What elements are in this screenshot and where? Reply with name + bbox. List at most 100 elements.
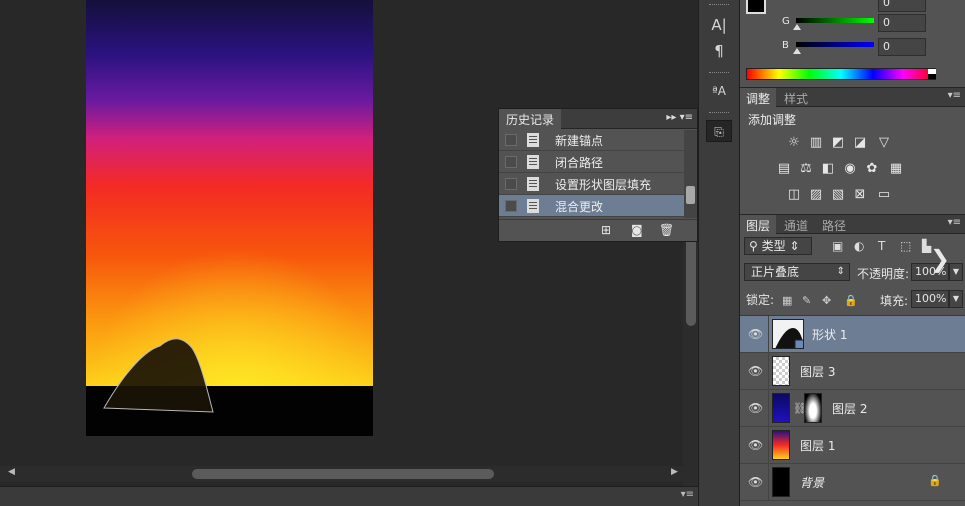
layer-name: 背景 [800, 476, 825, 490]
layers-list: 👁 形状 1 👁 图层 3 👁 ⛓ 图层 2 👁 图层 1 👁 背景 🔒 [740, 315, 965, 506]
fill-input[interactable]: 100% [911, 290, 949, 308]
tab-paths[interactable]: 路径 [816, 215, 852, 234]
layer-filter-select[interactable]: ⚲ 类型 ⇕ [744, 237, 812, 255]
threshold-icon[interactable]: ▧ [830, 188, 846, 202]
lock-label: 锁定: [746, 293, 775, 307]
levels-icon[interactable]: ▥ [808, 136, 824, 150]
history-state-icon [527, 199, 539, 213]
dock-grip[interactable] [709, 72, 729, 75]
paragraph-icon[interactable]: ¶ [706, 40, 732, 62]
visibility-eye-icon[interactable]: 👁 [748, 327, 763, 341]
lock-pixels-icon[interactable]: ✎ [802, 294, 811, 307]
blend-mode-select[interactable]: 正片叠底 ⇕ [744, 263, 850, 281]
visibility-eye-icon[interactable]: 👁 [748, 475, 763, 489]
history-item-label: 新建锚点 [555, 134, 604, 148]
lock-position-icon[interactable]: ✥ [822, 294, 831, 307]
hue-saturation-icon[interactable]: ▤ [776, 162, 792, 176]
brightness-icon[interactable]: ☼ [786, 136, 802, 150]
history-item[interactable]: 闭合路径 [499, 151, 697, 173]
type-filter-icon[interactable]: T [878, 239, 885, 253]
panel-menu-icon[interactable]: ▾≡ [948, 217, 961, 228]
tab-styles[interactable]: 样式 [778, 88, 814, 107]
horizontal-scroll-thumb[interactable] [192, 469, 494, 479]
document-canvas[interactable] [86, 0, 373, 436]
green-value[interactable]: 0 [878, 14, 926, 32]
channel-mixer-icon[interactable]: ✿ [864, 162, 880, 176]
black-white-icon[interactable]: ◧ [820, 162, 836, 176]
fill-dropdown-icon[interactable]: ▼ [949, 290, 963, 308]
lock-transparency-icon[interactable]: ▦ [782, 294, 792, 307]
black-white-swatch[interactable] [928, 69, 936, 79]
curves-icon[interactable]: ◩ [830, 136, 846, 150]
canvas-horizontal-scrollbar[interactable]: ◀ ▶ [0, 466, 698, 482]
layer-row-layer-3[interactable]: 👁 图层 3 [740, 353, 965, 390]
color-spectrum[interactable] [746, 68, 936, 80]
green-slider[interactable] [796, 18, 874, 23]
adjustment-filter-icon[interactable]: ◐ [854, 239, 864, 253]
adjustments-panel[interactable]: 调整 样式 ▾≡ 添加调整 ☼ ▥ ◩ ◪ ▽ ▤ ⚖ ◧ ◉ ✿ ▦ ◫ ▨ … [740, 88, 965, 215]
visibility-eye-icon[interactable]: 👁 [748, 401, 763, 415]
scroll-right-arrow-icon[interactable]: ▶ [671, 467, 678, 477]
shape-thumbnail-icon [775, 328, 803, 348]
image-filter-icon[interactable]: ▣ [832, 239, 843, 253]
layer-row-layer-2[interactable]: 👁 ⛓ 图层 2 [740, 390, 965, 427]
layer-lock-icon[interactable]: 🔒 [928, 474, 942, 487]
slider-knob-icon[interactable] [793, 48, 801, 54]
vibrance-icon[interactable]: ▽ [876, 136, 892, 150]
exposure-icon[interactable]: ◪ [852, 136, 868, 150]
color-panel[interactable]: 0 G 0 B 0 [740, 0, 965, 88]
gradient-map-icon[interactable]: ▭ [876, 188, 892, 202]
tab-channels[interactable]: 通道 [778, 215, 814, 234]
select-arrows-icon: ⇕ [836, 266, 845, 277]
history-icon[interactable]: ⎘ [706, 120, 732, 142]
chevron-right-icon[interactable]: ❯ [930, 244, 954, 274]
vertical-scroll-thumb[interactable] [686, 236, 696, 326]
new-document-icon[interactable]: ⊞ [601, 223, 611, 237]
camera-icon[interactable]: ◙ [631, 223, 643, 237]
blue-slider[interactable] [796, 42, 874, 47]
layer-mask-thumbnail[interactable] [804, 393, 822, 423]
shape-filter-icon[interactable]: ⬚ [900, 239, 911, 253]
canvas-workspace[interactable]: ▼ ◀ ▶ [0, 0, 698, 486]
panel-collapse-icon[interactable]: ▸▸ ▾≡ [666, 112, 693, 123]
layer-row-shape-1[interactable]: 👁 形状 1 [740, 316, 965, 353]
lock-all-icon[interactable]: 🔒 [844, 294, 858, 307]
history-item[interactable]: 新建锚点 [499, 129, 697, 151]
color-lookup-icon[interactable]: ▦ [888, 162, 904, 176]
history-checkbox[interactable] [505, 134, 517, 146]
tab-layers[interactable]: 图层 [740, 215, 777, 234]
photo-filter-icon[interactable]: ◉ [842, 162, 858, 176]
red-value[interactable]: 0 [878, 0, 926, 12]
history-panel[interactable]: 历史记录 ▸▸ ▾≡ 新建锚点 闭合路径 设置形状图层填充 混合更改 ⊞ ◙ 🗑 [498, 108, 698, 242]
panel-menu-icon[interactable]: ▾≡ [948, 90, 961, 101]
visibility-eye-icon[interactable]: 👁 [748, 364, 763, 378]
foreground-color-swatch[interactable] [746, 0, 766, 14]
scroll-left-arrow-icon[interactable]: ◀ [8, 467, 15, 477]
history-item-selected[interactable]: 混合更改 [499, 195, 697, 217]
posterize-icon[interactable]: ▨ [808, 188, 824, 202]
panel-menu-icon[interactable]: ▾≡ [681, 489, 694, 500]
invert-icon[interactable]: ◫ [786, 188, 802, 202]
history-item[interactable]: 设置形状图层填充 [499, 173, 697, 195]
trash-icon[interactable]: 🗑 [659, 223, 674, 237]
character-style-icon[interactable]: ªA [706, 80, 732, 102]
tab-adjustments[interactable]: 调整 [740, 88, 777, 107]
history-scroll-thumb[interactable] [686, 186, 695, 204]
layer-row-layer-1[interactable]: 👁 图层 1 [740, 427, 965, 464]
tab-history[interactable]: 历史记录 [499, 109, 562, 129]
history-checkbox[interactable] [505, 200, 517, 212]
dock-grip[interactable] [709, 112, 729, 115]
panel-dock: A| ¶ ªA ⎘ [698, 0, 740, 506]
history-scrollbar[interactable] [684, 130, 697, 218]
dock-grip[interactable] [709, 4, 729, 7]
mountain-shape[interactable] [86, 0, 373, 436]
slider-knob-icon[interactable] [793, 24, 801, 30]
history-checkbox[interactable] [505, 178, 517, 190]
history-checkbox[interactable] [505, 156, 517, 168]
layer-row-background[interactable]: 👁 背景 🔒 [740, 464, 965, 501]
selective-color-icon[interactable]: ⊠ [852, 188, 868, 202]
character-icon[interactable]: A| [706, 14, 732, 36]
visibility-eye-icon[interactable]: 👁 [748, 438, 763, 452]
blue-value[interactable]: 0 [878, 38, 926, 56]
color-balance-icon[interactable]: ⚖ [798, 162, 814, 176]
